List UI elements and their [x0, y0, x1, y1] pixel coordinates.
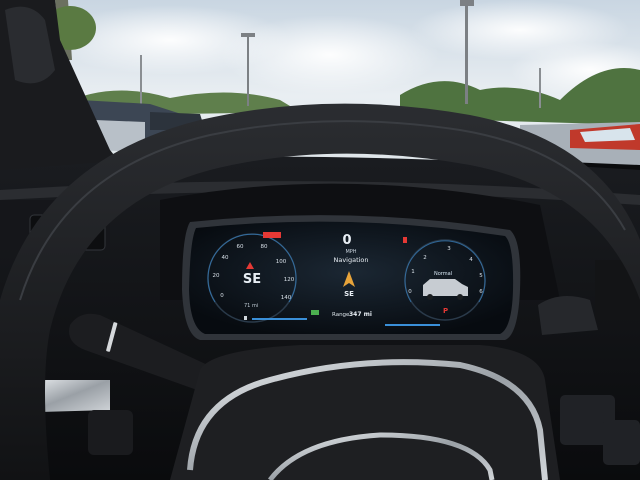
speed-readout: 0: [342, 233, 352, 248]
speedo-tick: 40: [221, 255, 229, 261]
speedo-tick: 120: [283, 277, 295, 283]
trip-readout: 71 mi: [244, 303, 259, 309]
speedo-tick: 20: [212, 273, 220, 279]
range-value: 347 mi: [349, 311, 372, 318]
tach-tick: 2: [423, 255, 427, 261]
tach-tick: 6: [479, 289, 483, 295]
tach-tick: 0: [408, 289, 412, 295]
tach-tick: 3: [447, 246, 451, 252]
speedo-tick: 60: [236, 244, 244, 250]
tach-tick: 5: [479, 273, 483, 279]
navigation-label: Navigation: [333, 256, 369, 264]
compass-heading-left: SE: [242, 272, 262, 287]
speedo-tick: 80: [260, 244, 268, 250]
speed-unit: MPH: [345, 249, 357, 255]
speedo-tick: 0: [220, 293, 224, 299]
tach-tick: 1: [411, 269, 415, 275]
tach-tick: 4: [469, 257, 473, 263]
dashboard-photo: [0, 0, 640, 480]
speedo-tick: 140: [280, 295, 292, 301]
compass-heading-center: SE: [344, 290, 354, 298]
speedo-tick: 100: [275, 259, 287, 265]
gear-indicator: P: [443, 307, 449, 315]
drive-mode-label: Normal: [434, 271, 453, 277]
